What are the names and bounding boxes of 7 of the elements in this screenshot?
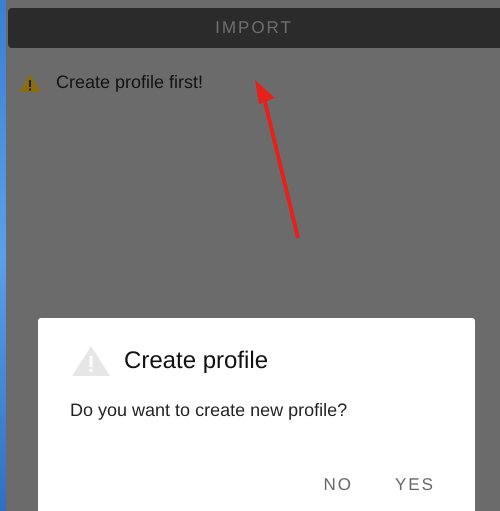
warning-message: Create profile first! bbox=[56, 72, 204, 93]
warning-icon bbox=[70, 344, 112, 378]
dialog-title: Create profile bbox=[124, 347, 268, 375]
dialog-button[interactable]: NO bbox=[317, 471, 359, 499]
dialog-button[interactable]: YES bbox=[388, 471, 441, 499]
warning-icon bbox=[18, 72, 42, 92]
dialog-message: Do you want to create new profile? bbox=[70, 400, 348, 421]
